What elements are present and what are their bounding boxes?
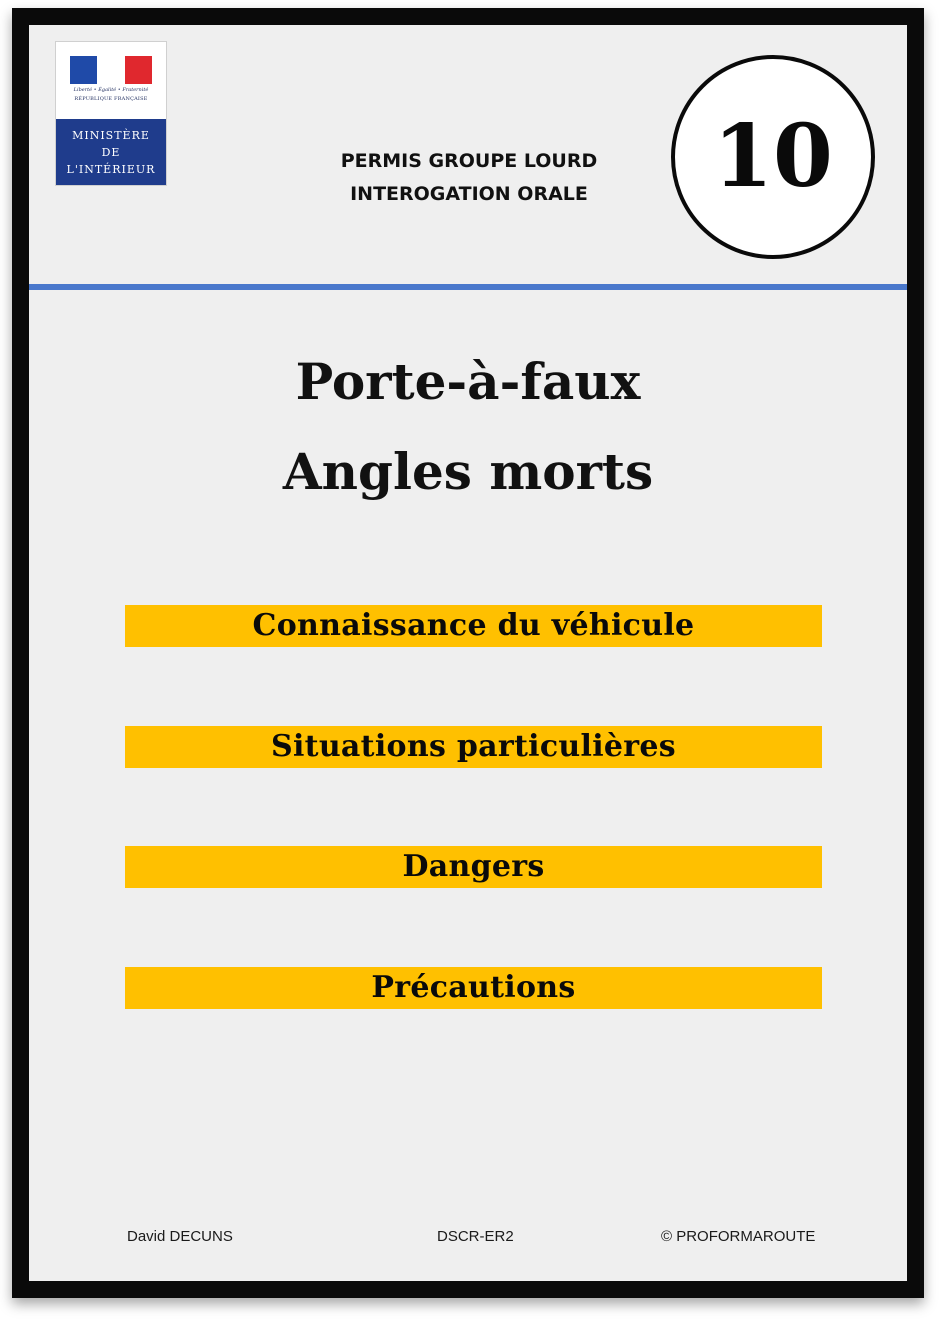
footer-copyright: © PROFORMAROUTE xyxy=(661,1228,816,1245)
card-number-badge: 10 xyxy=(671,55,875,259)
logo-ministry-label: MINISTÈRE DE L'INTÉRIEUR xyxy=(56,119,166,185)
topic-dangers: Dangers xyxy=(125,846,822,888)
page-title: Porte-à-faux Angles morts xyxy=(29,337,907,517)
footer-author: David DECUNS xyxy=(127,1228,233,1245)
title-line-1: Porte-à-faux xyxy=(295,352,641,411)
ministry-line-3: L'INTÉRIEUR xyxy=(66,162,156,176)
header-title: PERMIS GROUPE LOURD INTEROGATION ORALE xyxy=(279,145,659,211)
card-number: 10 xyxy=(713,106,833,207)
footer-code: DSCR-ER2 xyxy=(437,1228,514,1245)
ministry-logo: Liberté • Égalité • Fraternité RÉPUBLIQU… xyxy=(55,41,167,186)
ministry-line-2: DE xyxy=(101,145,121,159)
header-line-2: INTEROGATION ORALE xyxy=(350,183,588,205)
topic-precautions: Précautions xyxy=(125,967,822,1009)
header-line-1: PERMIS GROUPE LOURD xyxy=(340,150,598,172)
topic-situations: Situations particulières xyxy=(125,726,822,768)
logo-republique: RÉPUBLIQUE FRANÇAISE xyxy=(74,96,148,102)
french-flag-icon xyxy=(70,56,152,84)
header-divider xyxy=(29,284,907,290)
logo-motto: Liberté • Égalité • Fraternité xyxy=(73,87,149,93)
topic-connaissance: Connaissance du véhicule xyxy=(125,605,822,647)
ministry-line-1: MINISTÈRE xyxy=(72,128,150,142)
title-line-2: Angles morts xyxy=(282,442,654,501)
question-card: Liberté • Égalité • Fraternité RÉPUBLIQU… xyxy=(12,8,924,1298)
